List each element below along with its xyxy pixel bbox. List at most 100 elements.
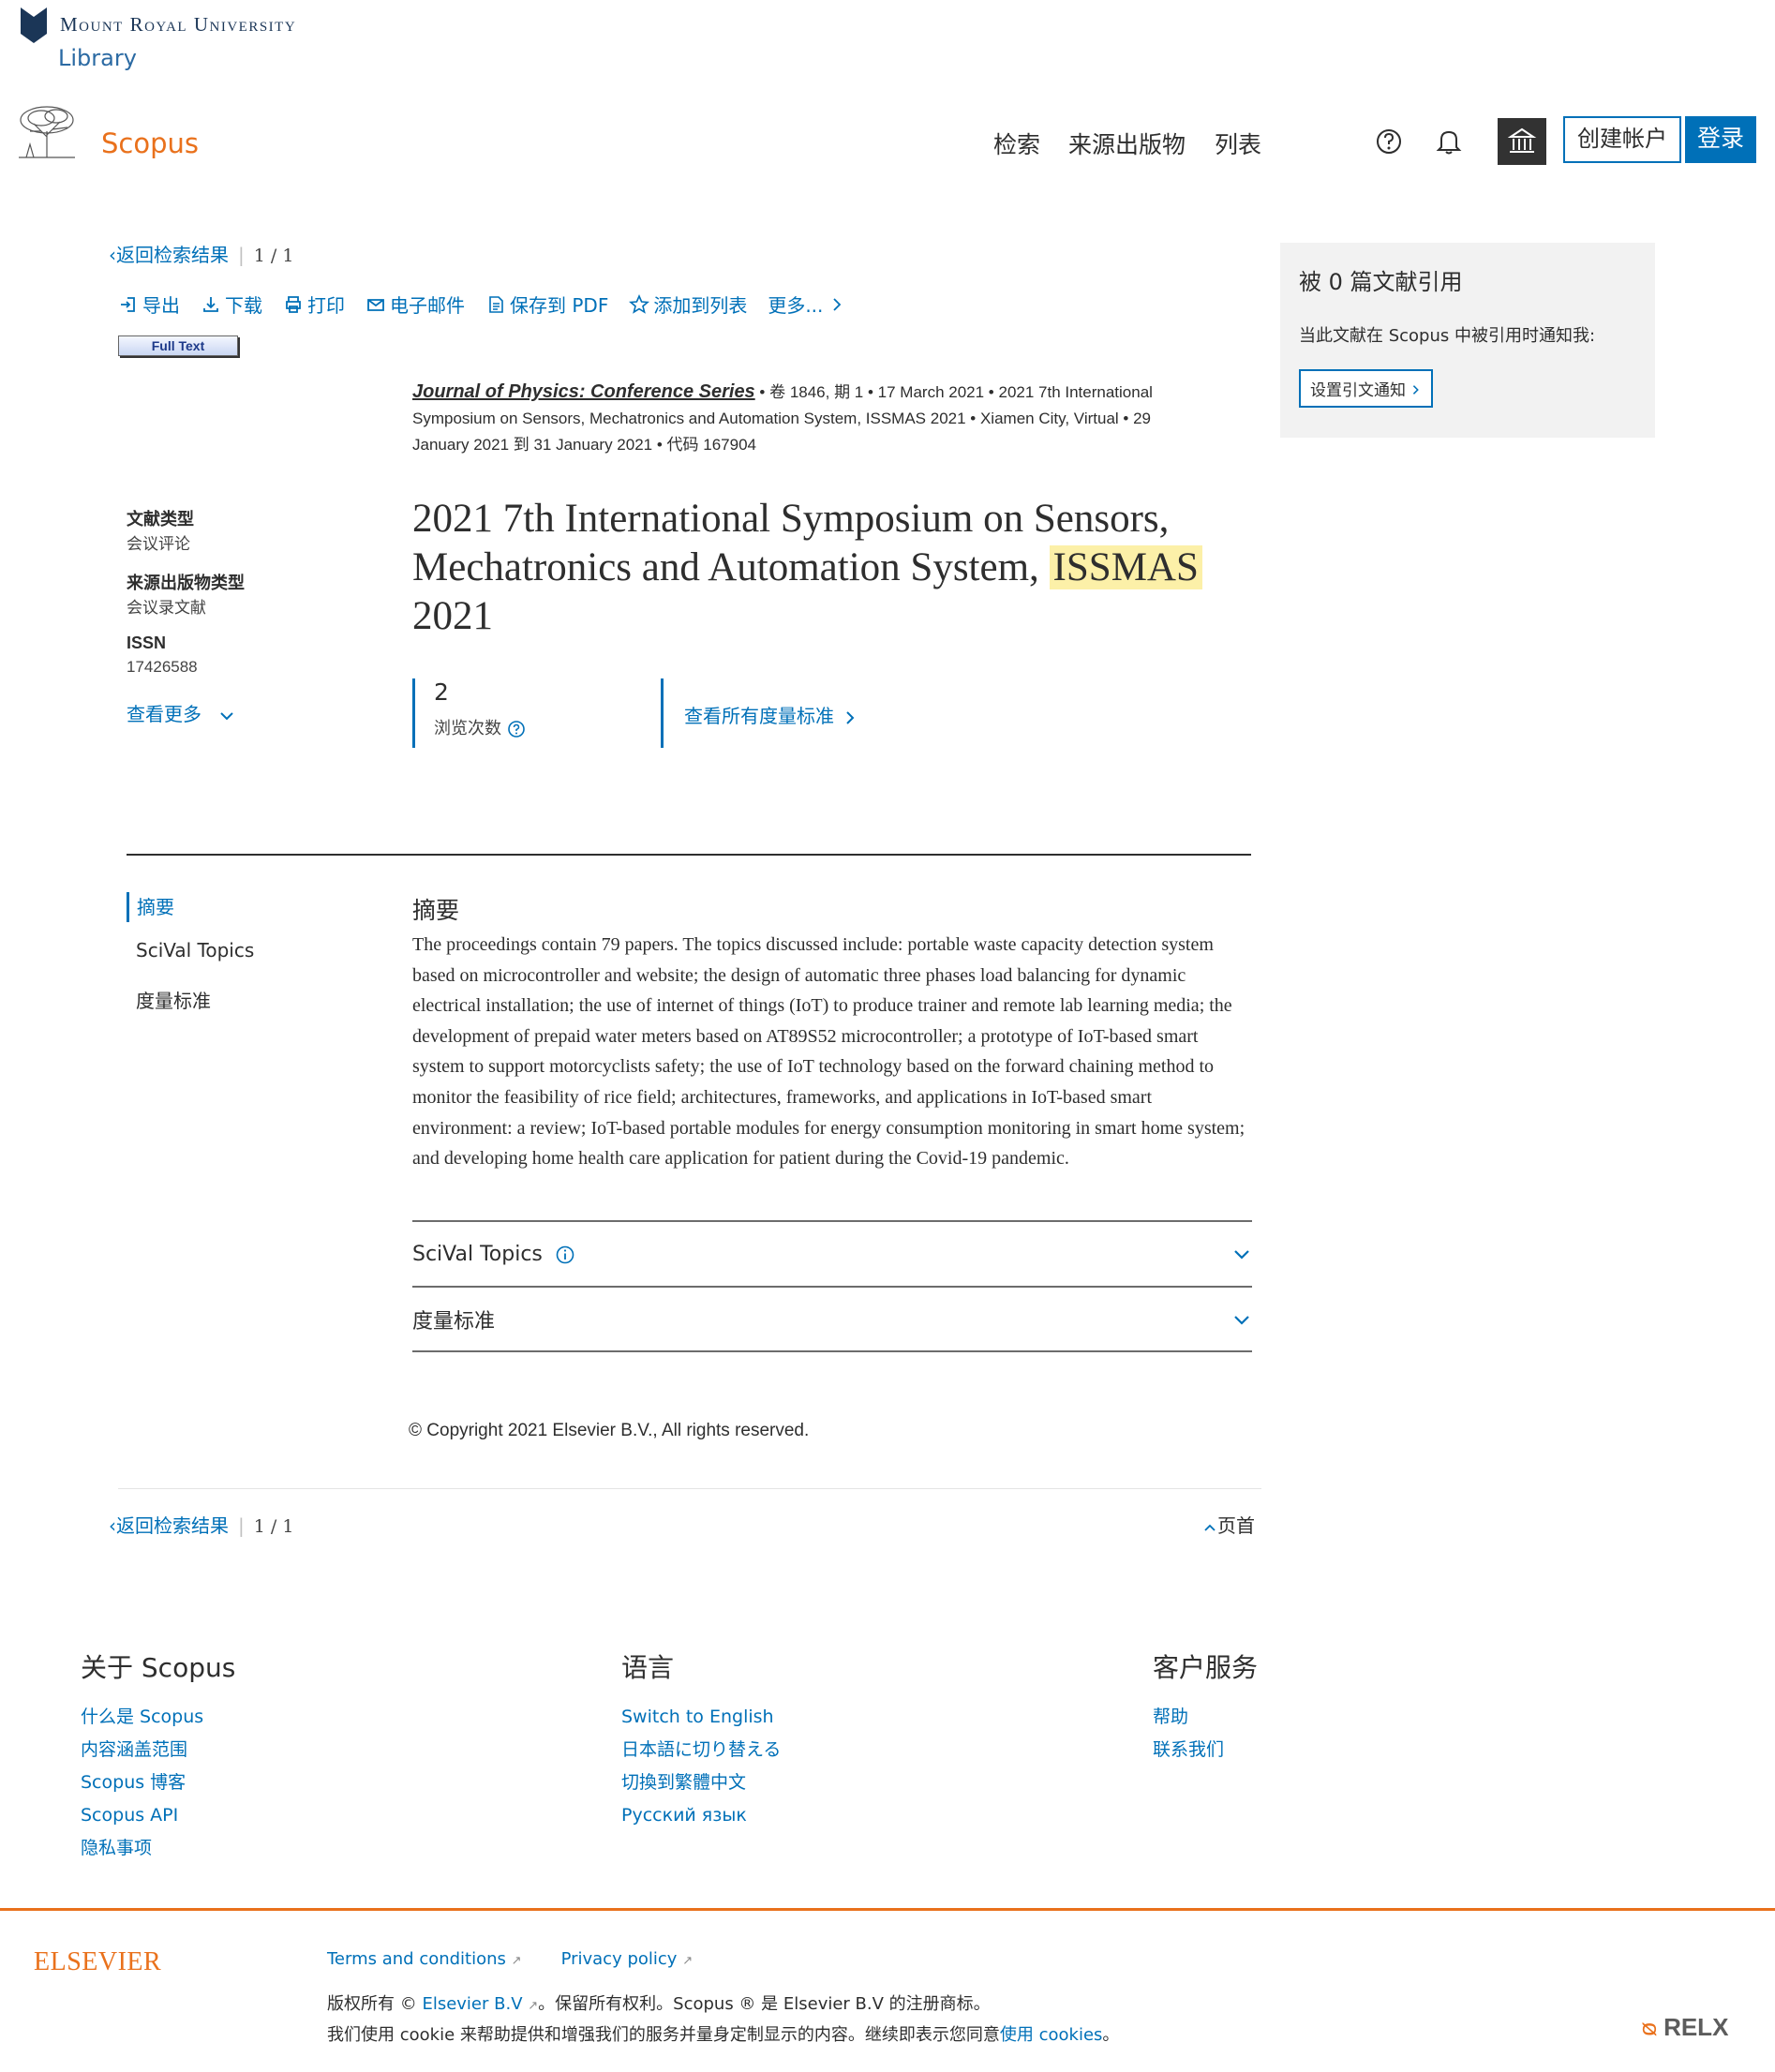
- export-icon: [121, 296, 135, 312]
- accordion-metrics-label: 度量标准: [412, 1310, 496, 1334]
- back-to-top-link[interactable]: 页首: [1202, 1511, 1255, 1538]
- title-highlight: ISSMAS: [1049, 545, 1202, 589]
- views-metric: 2 浏览次数: [412, 678, 619, 748]
- elsevier-logo[interactable]: ELSEVIER: [34, 1947, 161, 1977]
- abstract-text: The proceedings contain 79 papers. The t…: [412, 934, 1245, 1170]
- footer-link-english[interactable]: Switch to English: [621, 1701, 781, 1734]
- legal-text: 版权所有 © Elsevier B.V ↗。保留所有权利。Scopus ® 是 …: [327, 1994, 1120, 2045]
- external-link-icon: ↗: [528, 1999, 539, 2013]
- footer-language-links: Switch to English 日本語に切り替える 切換到繁體中文 Русс…: [621, 1701, 781, 1832]
- elsevier-tree-icon[interactable]: [13, 103, 81, 161]
- footer-link-privacy[interactable]: 隐私事项: [81, 1832, 203, 1865]
- add-to-list-button[interactable]: 添加到列表: [629, 291, 747, 318]
- doc-type-label: 文献类型: [127, 510, 194, 529]
- accordion-metrics[interactable]: 度量标准: [412, 1286, 1252, 1351]
- view-all-metrics-link[interactable]: 查看所有度量标准: [661, 678, 860, 748]
- section-nav-scival[interactable]: SciVal Topics: [127, 939, 254, 986]
- chevron-down-icon: [1234, 1316, 1249, 1325]
- legal-links: Terms and conditions ↗ Privacy policy ↗: [327, 1949, 693, 1969]
- nav-sources[interactable]: 来源出版物: [1068, 127, 1186, 160]
- privacy-link[interactable]: Privacy policy ↗: [561, 1949, 694, 1969]
- full-text-button[interactable]: Full Text: [118, 335, 238, 356]
- accordion-scival-topics[interactable]: SciVal Topics: [412, 1220, 1252, 1286]
- email-button[interactable]: 电子邮件: [365, 291, 465, 318]
- chevron-down-icon: [1234, 1250, 1249, 1260]
- accordion-bottom-rule: [412, 1350, 1252, 1352]
- more-button[interactable]: 更多...: [768, 291, 847, 318]
- chevron-right-icon: [833, 297, 842, 311]
- back-to-results-link[interactable]: ‹返回检索结果: [109, 244, 229, 266]
- copyright-notice: © Copyright 2021 Elsevier B.V., All righ…: [409, 1421, 810, 1440]
- section-divider: [127, 854, 1251, 856]
- footer-link-russian[interactable]: Русский язык: [621, 1799, 781, 1832]
- issn-value: 17426588: [127, 658, 198, 676]
- print-icon: [286, 295, 301, 313]
- info-icon[interactable]: [555, 1245, 575, 1265]
- footer-link-japanese[interactable]: 日本語に切り替える: [621, 1734, 781, 1766]
- footer-separator: [118, 1488, 1261, 1489]
- chevron-up-icon: [1204, 1524, 1216, 1531]
- footer-orange-rule: [0, 1908, 1775, 1911]
- pdf-icon: [489, 295, 503, 313]
- scopus-logo-text[interactable]: Scopus: [101, 127, 199, 159]
- result-position: 1 / 1: [253, 246, 294, 266]
- source-type-label: 来源出版物类型: [127, 574, 245, 592]
- footer-service-links: 帮助 联系我们: [1153, 1701, 1224, 1766]
- bell-icon[interactable]: [1434, 127, 1464, 157]
- help-icon[interactable]: [1374, 127, 1404, 157]
- set-citation-alert-button[interactable]: 设置引文通知: [1299, 369, 1434, 408]
- footer-link-scopus-api[interactable]: Scopus API: [81, 1799, 203, 1832]
- issn-label: ISSN: [127, 634, 167, 652]
- nav-search[interactable]: 检索: [993, 127, 1040, 160]
- footer-link-help[interactable]: 帮助: [1153, 1701, 1224, 1734]
- chevron-down-icon: [219, 712, 233, 721]
- view-more-link[interactable]: 查看更多: [127, 699, 237, 726]
- doc-type-value: 会议评论: [127, 535, 190, 553]
- create-account-button[interactable]: 创建帐户: [1563, 116, 1681, 163]
- footer-link-content-coverage[interactable]: 内容涵盖范围: [81, 1734, 203, 1766]
- footer-link-scopus-blog[interactable]: Scopus 博客: [81, 1766, 203, 1799]
- external-link-icon: ↗: [511, 1954, 522, 1968]
- accordion-scival-label: SciVal Topics: [412, 1242, 543, 1266]
- export-button[interactable]: 导出: [118, 291, 180, 318]
- chevron-right-icon: [846, 710, 855, 724]
- footer-service-heading: 客户服务: [1153, 1652, 1259, 1683]
- nav-lists[interactable]: 列表: [1215, 127, 1261, 160]
- source-type-value: 会议录文献: [127, 599, 206, 617]
- chevron-right-icon: [1413, 385, 1420, 395]
- download-button[interactable]: 下载: [201, 291, 262, 318]
- citations-panel: 被 0 篇文献引用 当此文献在 Scopus 中被引用时通知我: 设置引文通知: [1280, 243, 1655, 438]
- footer-language-heading: 语言: [621, 1652, 675, 1683]
- print-button[interactable]: 打印: [283, 291, 345, 318]
- footer-link-what-is-scopus[interactable]: 什么是 Scopus: [81, 1701, 203, 1734]
- section-nav-metrics[interactable]: 度量标准: [127, 986, 254, 1033]
- result-position-bottom: 1 / 1: [253, 1516, 294, 1537]
- star-icon: [629, 293, 650, 314]
- use-cookies-link[interactable]: 使用 cookies: [1000, 2025, 1103, 2045]
- views-count: 2: [434, 678, 449, 706]
- external-link-icon: ↗: [682, 1954, 694, 1968]
- cite-alert-description: 当此文献在 Scopus 中被引用时通知我:: [1299, 326, 1596, 346]
- save-pdf-button[interactable]: 保存到 PDF: [485, 291, 608, 318]
- relx-logo[interactable]: ᴓ RELX: [1642, 2013, 1728, 2042]
- source-info: Journal of Physics: Conference Series • …: [412, 381, 1153, 454]
- back-to-results-link-bottom[interactable]: ‹返回检索结果: [109, 1514, 229, 1537]
- footer-link-traditional-chinese[interactable]: 切換到繁體中文: [621, 1766, 781, 1799]
- institution-icon: [1507, 127, 1537, 153]
- info-help-icon[interactable]: [507, 720, 526, 738]
- journal-link[interactable]: Journal of Physics: Conference Series: [412, 381, 755, 402]
- relx-mark-icon: ᴓ: [1642, 2013, 1657, 2041]
- document-toolbar: 导出 下载 打印 电子邮件 保存到 PDF 添加到列表 更多...: [118, 291, 847, 318]
- terms-link[interactable]: Terms and conditions ↗: [327, 1949, 522, 1969]
- mru-shield-icon: [21, 7, 47, 43]
- views-label: 浏览次数: [434, 719, 501, 738]
- footer-link-contact[interactable]: 联系我们: [1153, 1734, 1224, 1766]
- login-button[interactable]: 登录: [1685, 116, 1756, 163]
- cited-by-heading: 被 0 篇文献引用: [1299, 269, 1463, 295]
- section-nav-abstract[interactable]: 摘要: [127, 892, 254, 922]
- institution-button[interactable]: [1498, 118, 1546, 165]
- breadcrumb-top: ‹返回检索结果 | 1 / 1: [109, 244, 294, 266]
- mail-icon: [367, 298, 384, 311]
- elsevier-bv-link[interactable]: Elsevier B.V: [422, 1994, 522, 2014]
- section-nav: 摘要 SciVal Topics 度量标准: [127, 892, 254, 1033]
